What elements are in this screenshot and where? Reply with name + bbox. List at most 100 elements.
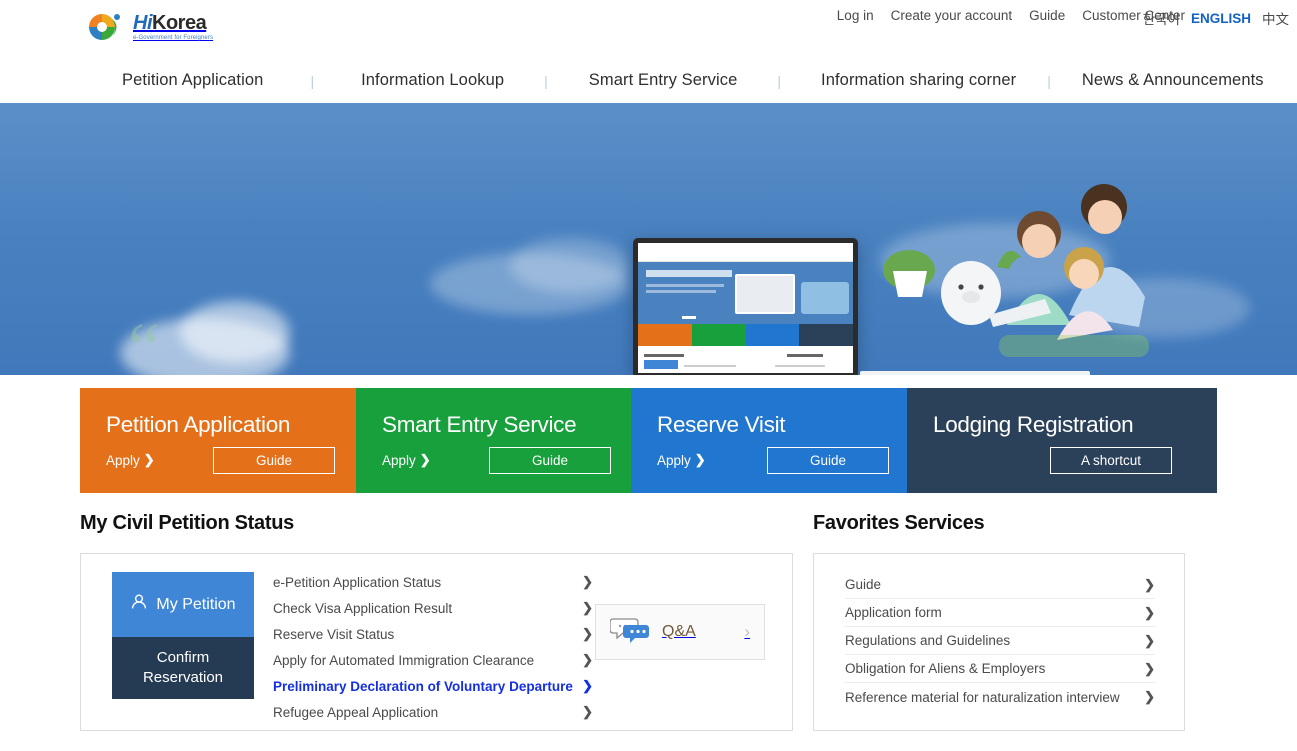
chat-bubble-icon [609,615,652,650]
card-guide-button[interactable]: Guide [213,447,335,474]
list-item[interactable]: Reserve Visit Status ❯ [273,621,593,647]
my-civil-petition-panel: My Petition Confirm Reservation e-Petiti… [80,553,793,731]
list-item-label: Regulations and Guidelines [845,633,1011,648]
my-petition-label: My Petition [156,595,236,613]
list-item[interactable]: Application form ❯ [845,599,1155,627]
utility-link-guide[interactable]: Guide [1029,8,1065,23]
list-item[interactable]: Apply for Automated Immigration Clearanc… [273,647,593,673]
qa-button[interactable]: Q&A › [595,604,765,660]
cloud-decoration [510,238,630,293]
list-item[interactable]: Refugee Appeal Application ❯ [273,699,593,725]
favorites-list: Guide ❯ Application form ❯ Regulations a… [845,571,1155,711]
list-item-label: Refugee Appeal Application [273,704,439,720]
list-item[interactable]: Obligation for Aliens & Employers ❯ [845,655,1155,683]
chevron-right-icon: ❯ [582,704,593,719]
card-guide-button[interactable]: Guide [767,447,889,474]
cloud-decoration [180,301,290,363]
nav-item-information-lookup[interactable]: Information Lookup [361,71,504,90]
list-item[interactable]: Reference material for naturalization in… [845,683,1155,711]
chevron-right-icon: ❯ [582,600,593,615]
list-item-label: Reserve Visit Status [273,626,395,642]
card-title: Petition Application [106,412,291,437]
chevron-right-icon: ❯ [582,574,593,589]
list-item-label: e-Petition Application Status [273,574,442,590]
utility-bar: HiKorea e-Government for Foreigners Log … [0,0,1297,58]
list-item-label: Obligation for Aliens & Employers [845,661,1046,676]
chevron-right-icon: ❯ [582,678,593,693]
list-item-label: Check Visa Application Result [273,600,453,616]
list-item-highlighted[interactable]: Preliminary Declaration of Voluntary Dep… [273,673,593,699]
chevron-right-icon: ❯ [1144,604,1155,620]
service-card-reserve-visit[interactable]: Reserve Visit Apply ❯ Guide [631,388,907,493]
favorites-services-panel: Guide ❯ Application form ❯ Regulations a… [813,553,1185,731]
user-icon [130,593,148,616]
list-item-label: Apply for Automated Immigration Clearanc… [273,652,535,668]
page-title-my-civil-petition-status: My Civil Petition Status [80,512,294,534]
card-title: Smart Entry Service [382,412,577,437]
chevron-right-icon: ❯ [1144,632,1155,648]
nav-separator: | [544,72,548,89]
list-item-label: Guide [845,577,882,592]
confirm-reservation-label-line2: Reservation [142,669,224,686]
language-switcher: 한국어 ENGLISH 中文 [1143,8,1289,28]
card-guide-button[interactable]: Guide [489,447,611,474]
hero-banner: “ [0,103,1297,375]
nav-item-smart-entry-service[interactable]: Smart Entry Service [589,71,738,90]
utility-link-login[interactable]: Log in [837,8,874,23]
language-korean[interactable]: 한국어 [1143,8,1180,28]
nav-item-petition-application[interactable]: Petition Application [122,71,263,90]
list-item-label: Preliminary Declaration of Voluntary Dep… [273,678,573,694]
confirm-reservation-label-line1: Confirm [156,648,210,666]
card-apply-link[interactable]: Apply ❯ [382,452,431,468]
monitor-illustration [633,238,858,375]
chevron-right-icon: ❯ [419,452,431,467]
qa-label: Q&A [662,623,696,640]
language-english[interactable]: ENGLISH [1191,11,1251,26]
nav-separator: | [1047,72,1051,89]
chevron-right-icon: ❯ [582,626,593,641]
language-chinese[interactable]: 中文 [1262,8,1289,28]
card-apply-link[interactable]: Apply ❯ [657,452,706,468]
list-item[interactable]: Check Visa Application Result ❯ [273,595,593,621]
service-card-lodging-registration[interactable]: Lodging Registration A shortcut [907,388,1217,493]
service-cards: Petition Application Apply ❯ Guide Smart… [80,388,1217,493]
card-apply-label: Apply [106,452,140,468]
utility-link-create-account[interactable]: Create your account [891,8,1013,23]
site-logo[interactable]: HiKorea e-Government for Foreigners [86,11,213,43]
logo-title-hi: Hi [133,12,153,34]
card-shortcut-button[interactable]: A shortcut [1050,447,1172,474]
chevron-right-icon: ❯ [1144,689,1155,704]
chevron-right-icon: ❯ [582,652,593,667]
nav-separator: | [310,72,315,89]
list-item[interactable]: Regulations and Guidelines ❯ [845,627,1155,655]
list-item-label: Application form [845,605,942,620]
logo-wordmark: HiKorea e-Government for Foreigners [133,13,213,41]
nav-item-information-sharing-corner[interactable]: Information sharing corner [821,71,1016,90]
list-item[interactable]: Guide ❯ [845,571,1155,599]
page-title-favorites-services: Favorites Services [813,512,985,534]
people-illustration [883,184,1149,357]
petition-status-list: e-Petition Application Status ❯ Check Vi… [273,569,593,725]
card-apply-link[interactable]: Apply ❯ [106,452,155,468]
card-apply-label: Apply [657,452,691,468]
nav-separator: | [777,72,782,89]
list-item[interactable]: e-Petition Application Status ❯ [273,569,593,595]
list-item-label: Reference material for naturalization in… [845,689,1120,705]
service-card-smart-entry-service[interactable]: Smart Entry Service Apply ❯ Guide [356,388,631,493]
utility-links: Log in Create your account Guide Custome… [837,8,1185,23]
card-title: Lodging Registration [933,412,1134,437]
chevron-right-icon: › [744,622,750,641]
shelf-decoration [860,371,1090,375]
nav-item-news-announcements[interactable]: News & Announcements [1082,71,1264,90]
chevron-right-icon: ❯ [1144,576,1155,592]
petition-tiles: My Petition Confirm Reservation [112,572,254,699]
confirm-reservation-tile[interactable]: Confirm Reservation [112,637,254,699]
quote-mark-decoration: “ [128,308,160,375]
service-card-petition-application[interactable]: Petition Application Apply ❯ Guide [80,388,356,493]
chevron-right-icon: ❯ [1144,660,1155,676]
logo-title-korea: Korea [152,12,207,34]
chevron-right-icon: ❯ [694,452,706,467]
my-petition-tile[interactable]: My Petition [112,572,254,637]
card-title: Reserve Visit [657,412,786,437]
main-navigation: Petition Application | Information Looku… [0,58,1297,103]
